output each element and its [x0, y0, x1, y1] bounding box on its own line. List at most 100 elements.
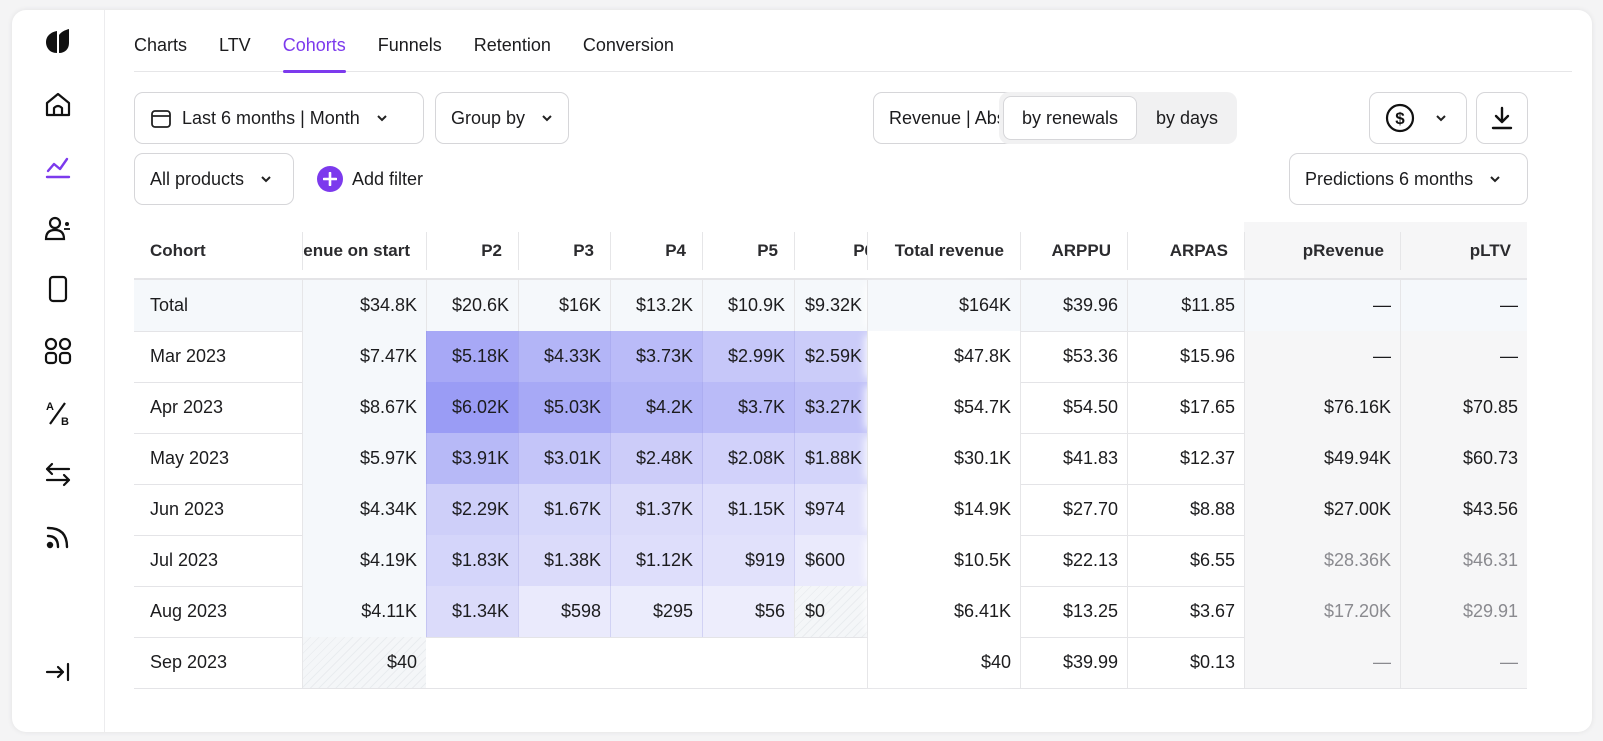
- home-icon[interactable]: [40, 87, 76, 123]
- phone-icon[interactable]: [40, 271, 76, 307]
- tab-cohorts[interactable]: Cohorts: [282, 34, 346, 73]
- header-total-revenue[interactable]: Total revenue: [867, 222, 1020, 278]
- cell-cohort: Jun 2023: [150, 499, 225, 519]
- cell-pltv: —: [1400, 331, 1527, 382]
- cell-p3: $598: [518, 586, 610, 637]
- cell-p5: [702, 637, 794, 688]
- header-pltv[interactable]: pLTV: [1400, 222, 1527, 278]
- currency-dropdown[interactable]: $: [1369, 92, 1467, 144]
- table-row[interactable]: Sep 2023 $40 $40 $39.99 $0.13— —: [134, 637, 1527, 689]
- cell-prevenue: —: [1244, 637, 1400, 688]
- cell-cohort: May 2023: [150, 448, 230, 468]
- header-p5[interactable]: P5: [702, 222, 794, 278]
- cell-p5: $56: [702, 586, 794, 637]
- cell-p5: $919: [702, 535, 794, 586]
- cell-arpas: $15.96: [1127, 331, 1244, 382]
- cell-total-revenue: $40: [867, 637, 1020, 688]
- cell-total-revenue: $54.7K: [867, 382, 1020, 433]
- apps-grid-icon[interactable]: [40, 333, 76, 369]
- header-arpas[interactable]: ARPAS: [1127, 222, 1244, 278]
- cell-p4: $1.37K: [610, 484, 702, 535]
- cell-start: $4.11K: [302, 586, 426, 637]
- table-row[interactable]: Jun 2023 $4.34K $2.29K $1.67K $1.37K $1.15K $9…: [134, 484, 1527, 536]
- group-by-dropdown[interactable]: Group by: [435, 92, 569, 144]
- cell-p2: $1.83K: [426, 535, 518, 586]
- tab-retention[interactable]: Retention: [474, 34, 551, 72]
- cell-cohort: Sep 2023: [150, 652, 228, 672]
- mode-option-renewals[interactable]: by renewals: [1003, 96, 1137, 140]
- cell-arpas: $6.55: [1127, 535, 1244, 586]
- header-arppu[interactable]: ARPPU: [1020, 222, 1127, 278]
- cell-p2: $3.91K: [426, 433, 518, 484]
- cell-p4: $1.12K: [610, 535, 702, 586]
- cell-prevenue: —: [1244, 280, 1400, 331]
- tab-funnels[interactable]: Funnels: [378, 34, 442, 72]
- cell-prevenue: $27.00K: [1244, 484, 1400, 535]
- cell-p2: $20.6K: [426, 280, 518, 331]
- svg-text:A: A: [46, 401, 54, 413]
- chevron-down-icon: [1436, 115, 1446, 122]
- header-cohort[interactable]: Cohort: [134, 222, 302, 278]
- add-filter-button[interactable]: Add filter: [317, 166, 423, 192]
- tab-ltv[interactable]: LTV: [219, 34, 251, 72]
- sidebar: AB: [12, 10, 105, 732]
- table-row[interactable]: Mar 2023 $7.47K $5.18K $4.33K $3.73K $2.99K $2…: [134, 331, 1527, 383]
- ab-test-icon[interactable]: AB: [40, 394, 76, 430]
- cell-p6: $1.88K: [794, 433, 874, 484]
- cell-p6: $0: [794, 586, 874, 637]
- app-window: AB Charts LTV Cohorts Funnels Retention Conve…: [12, 10, 1592, 732]
- predictions-dropdown[interactable]: Predictions 6 months: [1289, 153, 1528, 205]
- cell-p4: $13.2K: [610, 280, 702, 331]
- table-row[interactable]: Aug 2023 $4.11K $1.34K $598 $295 $56 $0 $6.41K $…: [134, 586, 1527, 638]
- main-content: Charts LTV Cohorts Funnels Retention Conversi…: [134, 10, 1572, 732]
- download-icon: [1491, 106, 1513, 130]
- transfer-arrows-icon[interactable]: [40, 456, 76, 492]
- cell-start: $4.34K: [302, 484, 426, 535]
- cell-arpas: $8.88: [1127, 484, 1244, 535]
- cell-p3: $3.01K: [518, 433, 610, 484]
- table-row[interactable]: Jul 2023 $4.19K $1.83K $1.38K $1.12K $919 $600…: [134, 535, 1527, 587]
- cell-arppu: $27.70: [1020, 484, 1127, 535]
- cell-p6: $600: [794, 535, 874, 586]
- header-p3[interactable]: P3: [518, 222, 610, 278]
- mode-toggle: by renewals by days: [999, 92, 1237, 144]
- expand-sidebar-icon[interactable]: [40, 654, 76, 690]
- table-total-row[interactable]: Total $34.8K $20.6K $16K $13.2K $10.9K $9.32K $…: [134, 280, 1527, 332]
- date-range-dropdown[interactable]: Last 6 months | Month: [134, 92, 424, 144]
- cell-start: $34.8K: [302, 280, 426, 331]
- tab-charts[interactable]: Charts: [134, 34, 187, 72]
- header-p6[interactable]: P6: [794, 222, 874, 278]
- cell-p6: $3.27K: [794, 382, 874, 433]
- cell-pltv: —: [1400, 280, 1527, 331]
- download-button[interactable]: [1476, 92, 1528, 144]
- header-p4[interactable]: P4: [610, 222, 702, 278]
- chevron-down-icon: [1490, 176, 1500, 183]
- cell-p2: $6.02K: [426, 382, 518, 433]
- chart-icon[interactable]: [40, 149, 76, 185]
- header-p2[interactable]: P2: [426, 222, 518, 278]
- cell-arppu: $22.13: [1020, 535, 1127, 586]
- header-prevenue[interactable]: pRevenue: [1244, 222, 1400, 278]
- cell-arpas: $11.85: [1127, 280, 1244, 331]
- cell-pltv: $70.85: [1400, 382, 1527, 433]
- cell-start: $8.67K: [302, 382, 426, 433]
- cell-p2: [426, 637, 518, 688]
- users-icon[interactable]: [40, 210, 76, 246]
- table-row[interactable]: May 2023 $5.97K $3.91K $3.01K $2.48K $2.08K $1…: [134, 433, 1527, 485]
- tab-bar: Charts LTV Cohorts Funnels Retention Conversi…: [134, 34, 1572, 73]
- table-row[interactable]: Apr 2023 $8.67K $6.02K $5.03K $4.2K $3.7K $3.2…: [134, 382, 1527, 434]
- cell-p5: $3.7K: [702, 382, 794, 433]
- logo-icon[interactable]: [40, 24, 76, 60]
- cell-total-revenue: $10.5K: [867, 535, 1020, 586]
- mode-option-days[interactable]: by days: [1139, 96, 1235, 140]
- add-filter-label: Add filter: [352, 168, 424, 189]
- header-revenue-on-start[interactable]: Revenue on start: [302, 222, 426, 278]
- cell-prevenue: $28.36K: [1244, 535, 1400, 586]
- cell-pltv: $43.56: [1400, 484, 1527, 535]
- products-dropdown[interactable]: All products: [134, 153, 294, 205]
- cell-p5: $1.15K: [702, 484, 794, 535]
- cell-total-revenue: $6.41K: [867, 586, 1020, 637]
- feed-icon[interactable]: [40, 518, 76, 554]
- cell-arppu: $39.96: [1020, 280, 1127, 331]
- tab-conversion[interactable]: Conversion: [583, 34, 674, 72]
